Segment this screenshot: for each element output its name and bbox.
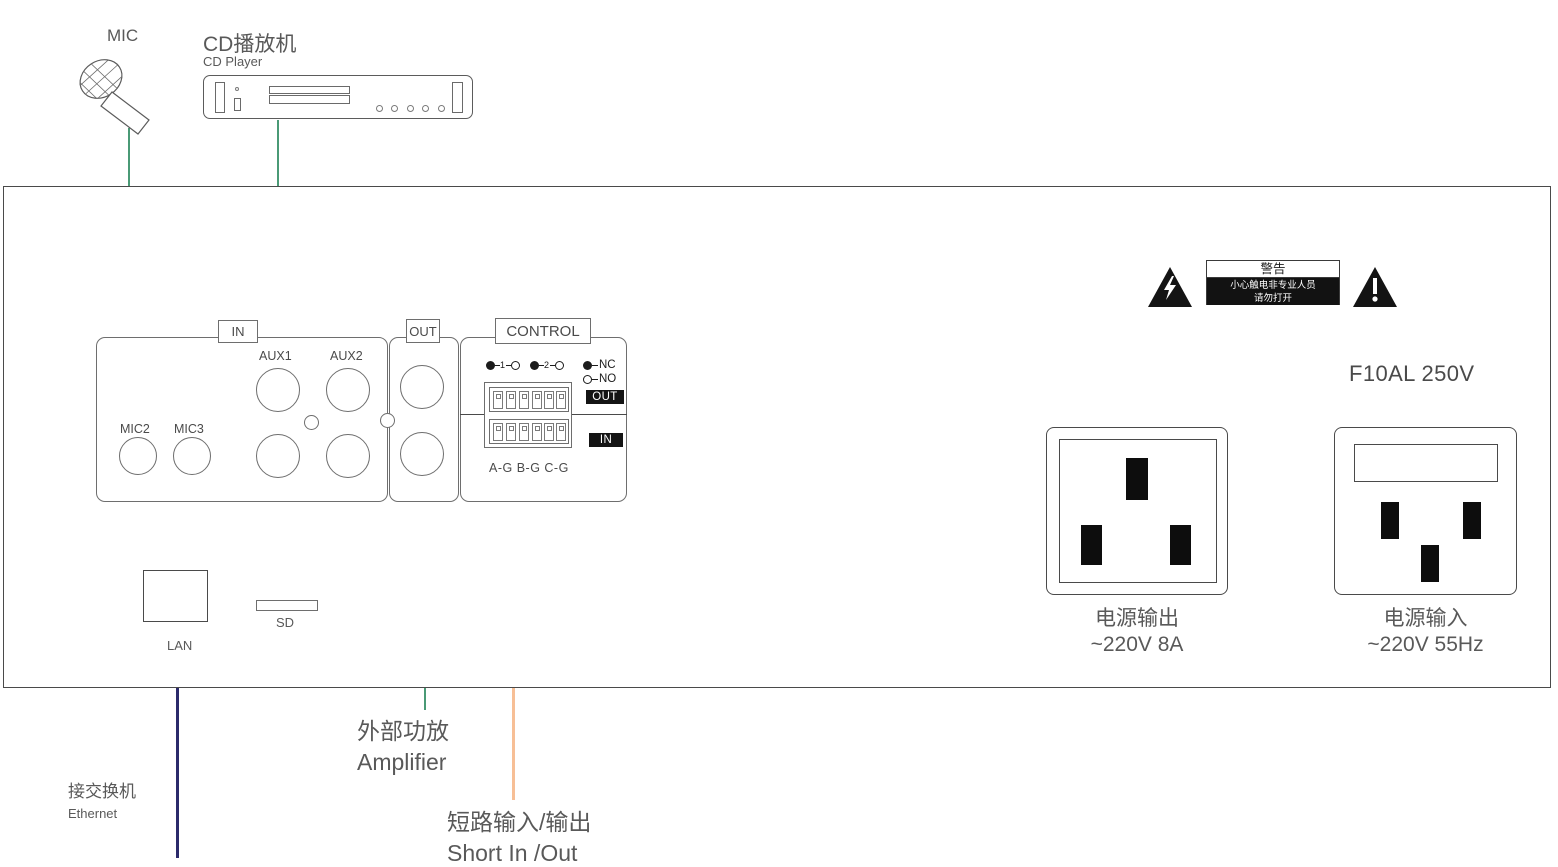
panel-control-header: CONTROL <box>495 318 591 344</box>
terminal-screw[interactable] <box>544 423 554 441</box>
socket-neutral-pin <box>1170 525 1191 565</box>
socket-earth-pin <box>1126 458 1148 500</box>
jack-mic3-label: MIC3 <box>174 422 204 436</box>
relay-2-no-dot <box>555 361 564 370</box>
amplifier-callout-en: Amplifier <box>357 749 447 775</box>
cd-tray-slot <box>269 86 350 94</box>
ethernet-callout-cn: 接交换机 <box>68 782 136 801</box>
relay-1-no-dot <box>511 361 520 370</box>
cd-left-bar <box>215 82 225 113</box>
exclamation-warning-icon <box>1353 267 1397 307</box>
power-input-top-slot <box>1354 444 1498 482</box>
terminal-screw[interactable] <box>519 391 529 409</box>
lan-port[interactable] <box>143 570 208 622</box>
terminal-screw[interactable] <box>544 391 554 409</box>
jack-aux2[interactable] <box>326 368 370 412</box>
relay-2-number: 2 <box>544 360 550 370</box>
power-input-socket[interactable] <box>1334 427 1517 595</box>
jack-aux1[interactable] <box>256 368 300 412</box>
cd-small-button <box>234 98 241 111</box>
power-output-label-spec: ~220V 8A <box>1090 633 1184 656</box>
lightning-bolt-warning-icon <box>1148 267 1192 307</box>
terminal-screw[interactable] <box>556 391 566 409</box>
jack-out-upper[interactable] <box>400 365 444 409</box>
power-output-label-cn: 电源输出 <box>1095 607 1179 630</box>
legend-no-dot <box>583 375 592 384</box>
panel-in-header: IN <box>218 320 258 343</box>
legend-no-line <box>592 379 598 381</box>
relay-1-common-dot <box>486 361 495 370</box>
ethernet-callout-en: Ethernet <box>68 806 118 821</box>
terminal-block-row-in[interactable] <box>489 419 569 444</box>
warning-title: 警告 <box>1207 261 1339 278</box>
inlet-neutral-pin <box>1463 502 1481 539</box>
short-in-out-callout-cn: 短路输入/输出 <box>447 809 592 835</box>
tag-out: OUT <box>586 390 624 404</box>
power-output-caption: 电源输出 ~220V 8A <box>1046 606 1228 658</box>
relay-2-common-dot <box>530 361 539 370</box>
inlet-live-pin <box>1381 502 1399 539</box>
terminal-screw[interactable] <box>506 423 516 441</box>
legend-nc-dot <box>583 361 592 370</box>
power-input-label-cn: 电源输入 <box>1383 607 1468 630</box>
panel-out-header: OUT <box>406 319 440 343</box>
jack-aux2-lower[interactable] <box>326 434 370 478</box>
power-output-socket-face <box>1059 439 1217 583</box>
sd-card-slot[interactable] <box>256 600 318 611</box>
cd-player-icon <box>203 75 473 119</box>
warning-text: 小心触电非专业人员 请勿打开 <box>1207 278 1339 305</box>
terminal-screw[interactable] <box>556 423 566 441</box>
warning-line-2: 请勿打开 <box>1253 293 1292 304</box>
jack-mic3[interactable] <box>173 437 211 475</box>
sd-card-slot-label: SD <box>276 615 295 630</box>
fuse-rating-label: F10AL 250V <box>1349 361 1475 386</box>
terminal-block-label: A-G B-G C-G <box>489 461 569 475</box>
terminal-screw[interactable] <box>493 423 503 441</box>
amplifier-callout-cn: 外部功放 <box>357 718 449 744</box>
terminal-block[interactable] <box>484 382 572 448</box>
cd-player-subtitle: CD Player <box>203 54 263 69</box>
legend-no-label: NO <box>599 373 617 385</box>
terminal-screw[interactable] <box>532 423 542 441</box>
screw-hole-in-panel <box>304 415 319 430</box>
cd-indicator-dot <box>235 87 239 91</box>
panel-out-group <box>389 337 459 502</box>
screw-hole-out-panel <box>380 413 395 428</box>
jack-aux1-label: AUX1 <box>259 349 292 363</box>
jack-aux2-label: AUX2 <box>330 349 363 363</box>
tag-in: IN <box>589 433 623 447</box>
socket-live-pin <box>1081 525 1102 565</box>
lan-port-label: LAN <box>167 638 193 653</box>
terminal-block-row-out[interactable] <box>489 387 569 412</box>
mic-label: MIC <box>107 26 139 45</box>
cd-right-bar <box>452 82 463 113</box>
power-input-caption: 电源输入 ~220V 55Hz <box>1334 606 1517 658</box>
relay-1-number: 1 <box>500 360 506 370</box>
microphone-icon <box>72 55 150 135</box>
power-input-label-spec: ~220V 55Hz <box>1367 633 1484 656</box>
warning-line-1: 小心触电非专业人员 <box>1230 280 1316 291</box>
jack-mic2[interactable] <box>119 437 157 475</box>
terminal-screw[interactable] <box>519 423 529 441</box>
jack-mic2-label: MIC2 <box>120 422 150 436</box>
power-output-socket[interactable] <box>1046 427 1228 595</box>
terminal-screw[interactable] <box>532 391 542 409</box>
warning-label: 警告 小心触电非专业人员 请勿打开 <box>1206 260 1340 305</box>
short-in-out-callout-en: Short In /Out <box>447 840 578 866</box>
cd-tray-slot-lower <box>269 95 350 104</box>
jack-out-lower[interactable] <box>400 432 444 476</box>
legend-nc-line <box>592 365 598 367</box>
cd-button-row <box>376 99 445 117</box>
terminal-screw[interactable] <box>506 391 516 409</box>
legend-nc-label: NC <box>599 359 616 371</box>
jack-aux1-lower[interactable] <box>256 434 300 478</box>
terminal-screw[interactable] <box>493 391 503 409</box>
inlet-earth-pin <box>1421 545 1439 582</box>
